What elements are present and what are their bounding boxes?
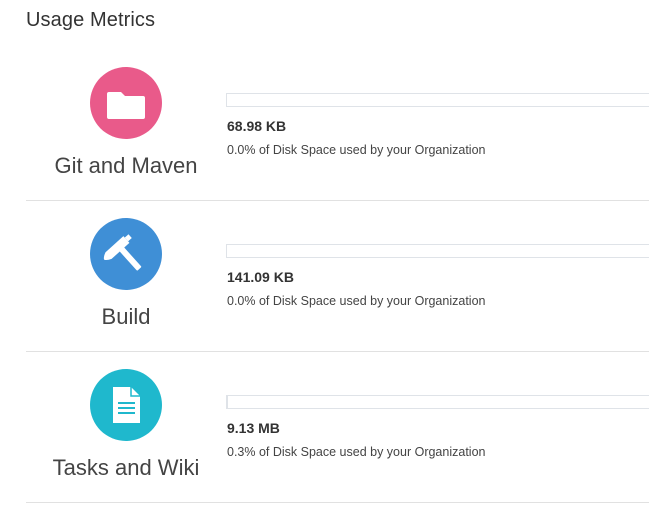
service-label: Tasks and Wiki xyxy=(52,455,200,480)
page-title: Usage Metrics xyxy=(26,9,156,31)
usage-description: 0.0% of Disk Space used by your Organiza… xyxy=(227,143,486,157)
storage-size: 9.13 MB xyxy=(227,420,280,436)
metric-row-build: Build 141.09 KB 0.0% of Disk Space used … xyxy=(26,201,649,352)
metric-row-git-and-maven: Git and Maven 68.98 KB 0.0% of Disk Spac… xyxy=(26,50,649,201)
service-label: Build xyxy=(101,304,151,329)
service-label: Git and Maven xyxy=(54,153,198,178)
storage-size: 68.98 KB xyxy=(227,118,287,134)
service-info: Tasks and Wiki xyxy=(26,352,226,502)
usage-details: 68.98 KB 0.0% of Disk Space used by your… xyxy=(226,93,649,157)
service-info: Build xyxy=(26,201,226,351)
usage-description: 0.0% of Disk Space used by your Organiza… xyxy=(227,294,486,308)
progress-fill xyxy=(227,396,229,408)
folder-icon xyxy=(90,67,162,139)
document-icon xyxy=(90,369,162,441)
usage-details: 9.13 MB 0.3% of Disk Space used by your … xyxy=(226,395,649,459)
metric-row-tasks-and-wiki: Tasks and Wiki 9.13 MB 0.3% of Disk Spac… xyxy=(26,352,649,503)
hammer-icon xyxy=(90,218,162,290)
disk-usage-progress-bar xyxy=(226,93,649,107)
disk-usage-progress-bar xyxy=(226,244,649,258)
service-info: Git and Maven xyxy=(26,50,226,200)
storage-size: 141.09 KB xyxy=(227,269,294,285)
usage-metrics-page: Usage Metrics Git and Maven 68.98 KB 0.0… xyxy=(0,0,649,524)
disk-usage-progress-bar xyxy=(226,395,649,409)
usage-details: 141.09 KB 0.0% of Disk Space used by you… xyxy=(226,244,649,308)
usage-description: 0.3% of Disk Space used by your Organiza… xyxy=(227,445,486,459)
